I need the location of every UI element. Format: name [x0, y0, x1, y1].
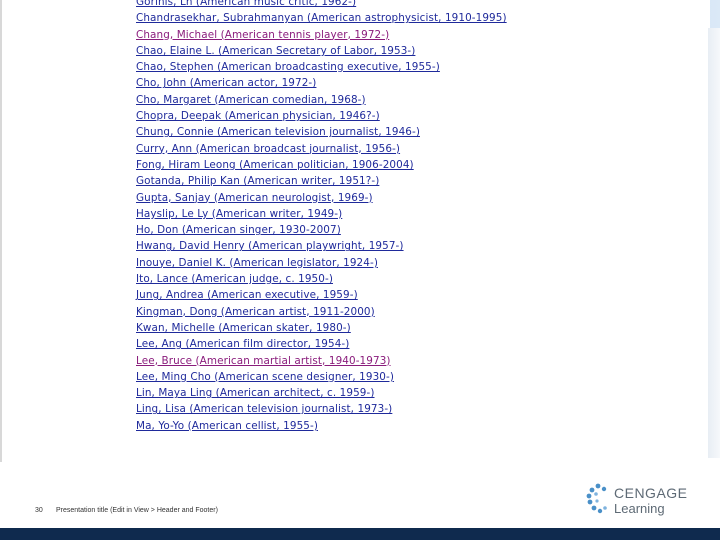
list-item-link[interactable]: Ito, Lance (American judge, c. 1950-) [136, 271, 507, 287]
list-item-link[interactable]: Inouye, Daniel K. (American legislator, … [136, 255, 507, 271]
cengage-dots-icon [586, 483, 607, 514]
bottom-bar [0, 528, 720, 540]
list-item-link[interactable]: Ho, Don (American singer, 1930-2007) [136, 222, 507, 238]
list-item-link[interactable]: Kingman, Dong (American artist, 1911-200… [136, 304, 507, 320]
biography-link-list: Gorinis, Ln (American music critic, 1962… [136, 0, 507, 434]
logo-subtext: Learning [614, 501, 665, 516]
list-item-link[interactable]: Cho, Margaret (American comedian, 1968-) [136, 92, 507, 108]
list-item-link[interactable]: Cho, John (American actor, 1972-) [136, 75, 507, 91]
slide: Gorinis, Ln (American music critic, 1962… [0, 0, 720, 540]
list-item-link[interactable]: Fong, Hiram Leong (American politician, … [136, 157, 507, 173]
list-item-link[interactable]: Chao, Stephen (American broadcasting exe… [136, 59, 507, 75]
list-item-link[interactable]: Lee, Ang (American film director, 1954-) [136, 336, 507, 352]
list-item-link[interactable]: Jung, Andrea (American executive, 1959-) [136, 287, 507, 303]
list-item-link[interactable]: Hayslip, Le Ly (American writer, 1949-) [136, 206, 507, 222]
list-item-link[interactable]: Kwan, Michelle (American skater, 1980-) [136, 320, 507, 336]
list-item-link[interactable]: Chung, Connie (American television journ… [136, 124, 507, 140]
list-item-link[interactable]: Chopra, Deepak (American physician, 1946… [136, 108, 507, 124]
slide-number: 30 [35, 507, 43, 514]
list-item-link[interactable]: Lee, Ming Cho (American scene designer, … [136, 369, 507, 385]
logo-wordmark: CENGAGE [614, 485, 688, 501]
cengage-logo: CENGAGE Learning [584, 482, 704, 518]
list-item-link[interactable]: Gupta, Sanjay (American neurologist, 196… [136, 190, 507, 206]
list-item-link[interactable]: Curry, Ann (American broadcast journalis… [136, 141, 507, 157]
list-item-link[interactable]: Ma, Yo-Yo (American cellist, 1955-) [136, 418, 507, 434]
list-item-link[interactable]: Chao, Elaine L. (American Secretary of L… [136, 43, 507, 59]
list-item-link[interactable]: Gorinis, Ln (American music critic, 1962… [136, 0, 507, 10]
list-item-link[interactable]: Hwang, David Henry (American playwright,… [136, 238, 507, 254]
list-item-link[interactable]: Chandrasekhar, Subrahmanyan (American as… [136, 10, 507, 26]
list-item-link[interactable]: Lee, Bruce (American martial artist, 194… [136, 353, 507, 369]
list-item-link[interactable]: Ling, Lisa (American television journali… [136, 401, 507, 417]
list-item-link[interactable]: Lin, Maya Ling (American architect, c. 1… [136, 385, 507, 401]
footer-title: Presentation title (Edit in View > Heade… [56, 507, 218, 514]
list-item-link[interactable]: Chang, Michael (American tennis player, … [136, 27, 507, 43]
list-item-link[interactable]: Gotanda, Philip Kan (American writer, 19… [136, 173, 507, 189]
right-scroll-edge [708, 28, 720, 458]
encyclopedia-list-panel: Gorinis, Ln (American music critic, 1962… [0, 0, 710, 462]
